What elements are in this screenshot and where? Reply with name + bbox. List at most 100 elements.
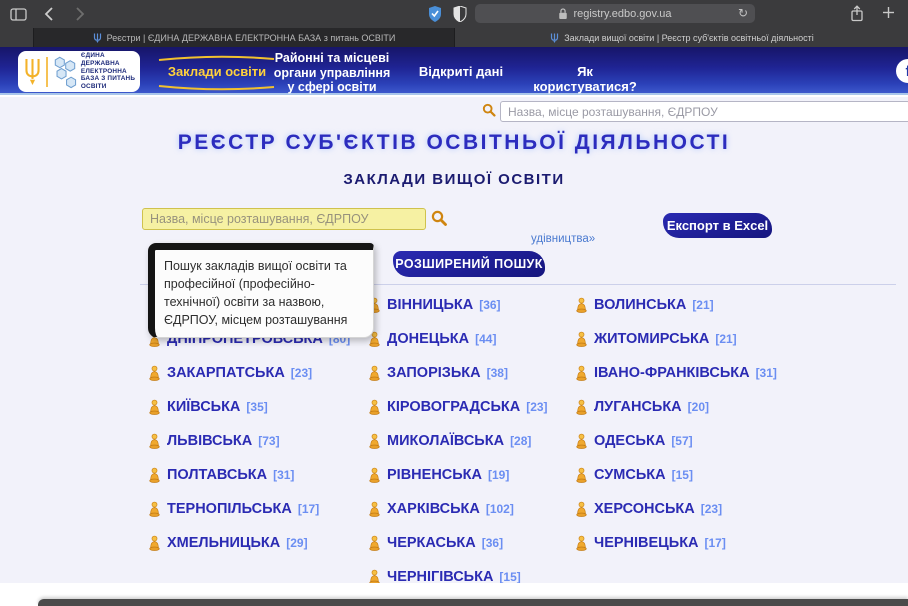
search-icon[interactable] xyxy=(431,210,447,226)
example-link-fragment[interactable]: удівництва» xyxy=(531,233,595,245)
region-name: ДОНЕЦЬКА xyxy=(387,331,469,347)
region-name: ЗАПОРІЗЬКА xyxy=(387,365,481,381)
logo-text: ЄДИНА ДЕРЖАВНА ЕЛЕКТРОННА БАЗА З ПИТАНЬ … xyxy=(81,52,135,90)
region-item[interactable]: ЧЕРНІВЕЦЬКА[17] xyxy=(575,535,791,552)
tab-bar: Реєстри | ЄДИНА ДЕРЖАВНА ЕЛЕКТРОННА БАЗА… xyxy=(0,28,908,47)
region-name: ТЕРНОПІЛЬСЬКА xyxy=(167,501,292,517)
active-nav-bottom-arc xyxy=(158,84,276,92)
region-name: ХЕРСОНСЬКА xyxy=(594,501,695,517)
browser-window: registry.edbo.gov.ua ↻ Реєстри | ЄДИНА Д… xyxy=(0,0,908,606)
region-name: ЧЕРНІВЕЦЬКА xyxy=(594,535,699,551)
site-header: ЄДИНА ДЕРЖАВНА ЕЛЕКТРОННА БАЗА З ПИТАНЬ … xyxy=(0,47,908,95)
graduate-person-icon xyxy=(368,501,381,518)
region-item[interactable]: ПОЛТАВСЬКА[31] xyxy=(148,467,368,484)
export-excel-button[interactable]: Експорт в Excel xyxy=(663,213,772,238)
graduate-person-icon xyxy=(368,535,381,552)
region-count: [21] xyxy=(715,332,736,346)
region-count: [21] xyxy=(692,298,713,312)
region-name: ІВАНО-ФРАНКІВСЬКА xyxy=(594,365,750,381)
region-item[interactable]: ТЕРНОПІЛЬСЬКА[17] xyxy=(148,501,368,518)
browser-toolbar: registry.edbo.gov.ua ↻ xyxy=(0,0,908,28)
region-item[interactable]: ЗАПОРІЗЬКА[38] xyxy=(368,365,575,382)
region-count: [44] xyxy=(475,332,496,346)
facebook-icon[interactable]: f xyxy=(896,59,908,83)
nav-local-authorities[interactable]: Районні та місцеві органи управління у с… xyxy=(262,51,402,95)
tab-higher-education[interactable]: Заклади вищої освіти | Реєстр суб'єктів … xyxy=(456,28,908,47)
back-icon[interactable] xyxy=(44,7,53,21)
address-bar[interactable]: registry.edbo.gov.ua ↻ xyxy=(475,4,755,23)
lock-icon xyxy=(558,8,568,20)
region-item[interactable]: ДОНЕЦЬКА [44] xyxy=(368,331,575,348)
region-item[interactable]: ОДЕСЬКА[57] xyxy=(575,433,791,450)
region-name: СУМСЬКА xyxy=(594,467,666,483)
region-item[interactable]: ХЕРСОНСЬКА [23] xyxy=(575,501,791,518)
graduate-person-icon xyxy=(368,467,381,484)
shield-check-icon[interactable] xyxy=(428,6,442,22)
graduate-person-icon xyxy=(575,331,588,348)
region-item[interactable]: СУМСЬКА [15] xyxy=(575,467,791,484)
region-name: ХАРКІВСЬКА xyxy=(387,501,480,517)
graduate-person-icon xyxy=(575,365,588,382)
tab-registries[interactable]: Реєстри | ЄДИНА ДЕРЖАВНА ЕЛЕКТРОННА БАЗА… xyxy=(33,28,455,47)
region-name: ХМЕЛЬНИЦЬКА xyxy=(167,535,280,551)
forward-icon[interactable] xyxy=(76,7,85,21)
region-name: ВІННИЦЬКА xyxy=(387,297,473,313)
tab-title: Реєстри | ЄДИНА ДЕРЖАВНА ЕЛЕКТРОННА БАЗА… xyxy=(107,33,396,43)
nav-open-data[interactable]: Відкриті дані xyxy=(405,64,517,79)
reload-icon[interactable]: ↻ xyxy=(738,6,748,20)
graduate-person-icon xyxy=(575,467,588,484)
advanced-search-button[interactable]: РОЗШИРЕНИЙ ПОШУК xyxy=(393,251,545,277)
trident-logo-icon xyxy=(23,56,42,88)
region-name: КІРОВОГРАДСЬКА xyxy=(387,399,520,415)
favicon-trident-icon xyxy=(93,33,102,43)
page-subtitle: ЗАКЛАДИ ВИЩОЇ ОСВІТИ xyxy=(0,171,908,188)
page-content: РЕЄСТР СУБ'ЄКТІВ ОСВІТНЬОЇ ДІЯЛЬНОСТІ ЗА… xyxy=(0,97,908,583)
nav-how-to-use[interactable]: Як користуватися? xyxy=(525,64,645,94)
region-count: [31] xyxy=(273,468,294,482)
region-item[interactable]: МИКОЛАЇВСЬКА[28] xyxy=(368,433,575,450)
graduate-person-icon xyxy=(148,399,161,416)
region-count: [23] xyxy=(526,400,547,414)
graduate-person-icon xyxy=(148,501,161,518)
region-item[interactable]: РІВНЕНСЬКА [19] xyxy=(368,467,575,484)
region-name: ЛЬВІВСЬКА xyxy=(167,433,252,449)
region-name: ЛУГАНСЬКА xyxy=(594,399,682,415)
shield-half-icon[interactable] xyxy=(453,6,467,22)
sidebar-toggle-icon[interactable] xyxy=(10,8,27,21)
region-item[interactable]: ЛУГАНСЬКА [20] xyxy=(575,399,791,416)
region-count: [19] xyxy=(488,468,509,482)
region-count: [102] xyxy=(486,502,514,516)
registry-search-input[interactable] xyxy=(142,208,426,230)
region-name: ВОЛИНСЬКА xyxy=(594,297,686,313)
edbo-logo[interactable]: ЄДИНА ДЕРЖАВНА ЕЛЕКТРОННА БАЗА З ПИТАНЬ … xyxy=(18,51,140,92)
honeycomb-icon xyxy=(52,55,78,89)
region-item[interactable]: ЧЕРКАСЬКА[36] xyxy=(368,535,575,552)
region-count: [23] xyxy=(291,366,312,380)
region-item[interactable]: ІВАНО-ФРАНКІВСЬКА[31] xyxy=(575,365,791,382)
top-search-input[interactable] xyxy=(500,101,908,122)
region-item[interactable]: ВІННИЦЬКА[36] xyxy=(368,297,575,314)
region-count: [23] xyxy=(701,502,722,516)
logo-divider xyxy=(45,56,49,88)
graduate-person-icon xyxy=(368,365,381,382)
region-item[interactable]: ХМЕЛЬНИЦЬКА[29] xyxy=(148,535,368,552)
graduate-person-icon xyxy=(575,501,588,518)
region-item[interactable]: ЖИТОМИРСЬКА[21] xyxy=(575,331,791,348)
region-item[interactable]: ВОЛИНСЬКА [21] xyxy=(575,297,791,314)
region-item[interactable]: КИЇВСЬКА[35] xyxy=(148,399,368,416)
graduate-person-icon xyxy=(368,399,381,416)
region-item[interactable]: ЗАКАРПАТСЬКА[23] xyxy=(148,365,368,382)
share-icon[interactable] xyxy=(850,5,864,22)
region-count: [20] xyxy=(688,400,709,414)
tab-title: Заклади вищої освіти | Реєстр суб'єктів … xyxy=(564,33,814,43)
graduate-person-icon xyxy=(148,467,161,484)
region-count: [15] xyxy=(672,468,693,482)
search-icon[interactable] xyxy=(482,103,496,117)
new-tab-icon[interactable] xyxy=(882,6,895,19)
url-text: registry.edbo.gov.ua xyxy=(573,8,671,20)
region-item[interactable]: КІРОВОГРАДСЬКА [23] xyxy=(368,399,575,416)
graduate-person-icon xyxy=(148,365,161,382)
region-name: РІВНЕНСЬКА xyxy=(387,467,482,483)
region-item[interactable]: ЛЬВІВСЬКА[73] xyxy=(148,433,368,450)
region-item[interactable]: ХАРКІВСЬКА [102] xyxy=(368,501,575,518)
